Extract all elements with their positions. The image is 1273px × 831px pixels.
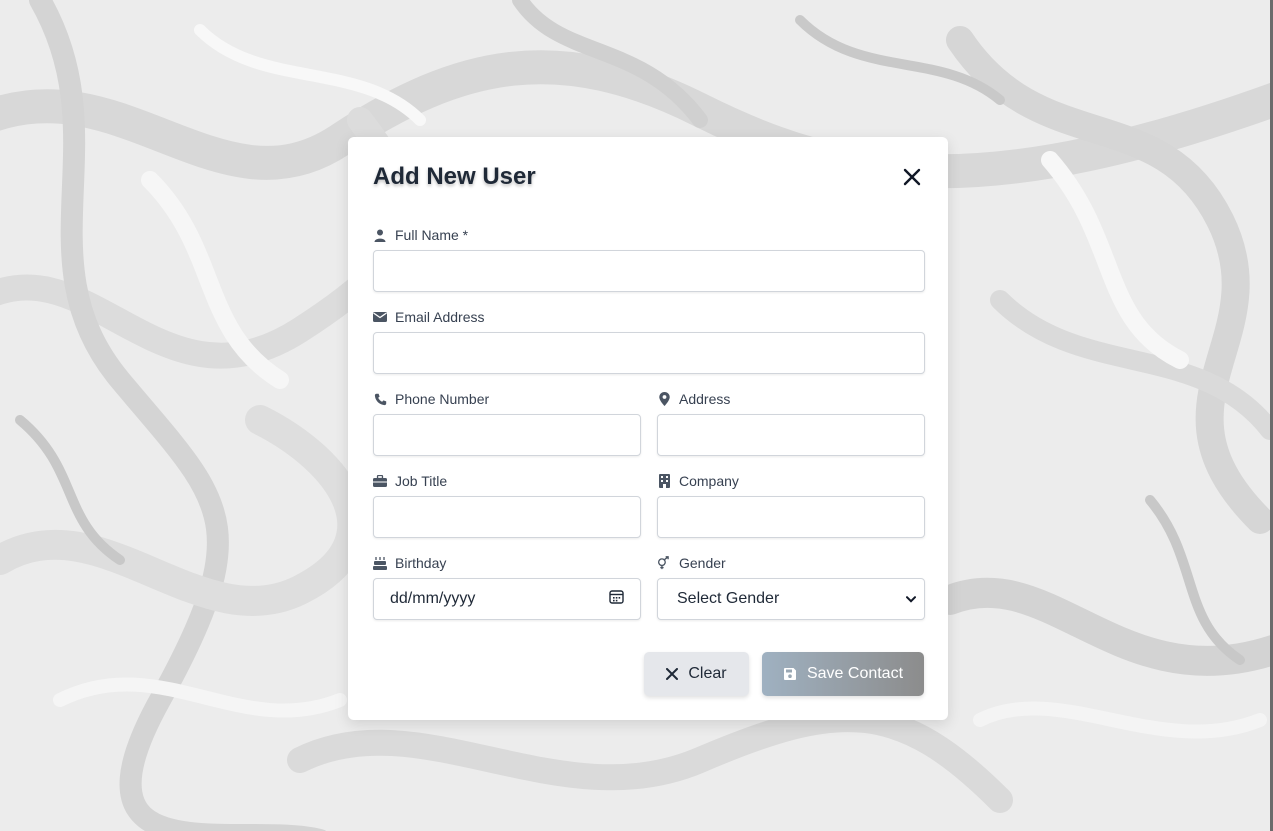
company-label: Company bbox=[679, 473, 739, 489]
birthday-field: Birthday dd/mm/yyyy bbox=[373, 554, 641, 620]
gender-label: Gender bbox=[679, 555, 726, 571]
birthday-input[interactable]: dd/mm/yyyy bbox=[373, 578, 641, 620]
modal-title: Add New User bbox=[373, 163, 536, 190]
address-label-row: Address bbox=[657, 390, 925, 408]
phone-input[interactable] bbox=[373, 414, 641, 456]
gender-field: Gender Select Gender bbox=[657, 554, 925, 620]
save-contact-button[interactable]: Save Contact bbox=[762, 652, 924, 696]
add-user-modal: Add New User Full Name * Email Address P… bbox=[348, 137, 948, 720]
company-input[interactable] bbox=[657, 496, 925, 538]
address-label: Address bbox=[679, 391, 731, 407]
close-icon bbox=[666, 668, 679, 680]
birthday-label: Birthday bbox=[395, 555, 447, 571]
job-title-field: Job Title bbox=[373, 472, 641, 538]
company-field: Company bbox=[657, 472, 925, 538]
envelope-icon bbox=[373, 310, 387, 324]
email-label: Email Address bbox=[395, 309, 485, 325]
job-title-input[interactable] bbox=[373, 496, 641, 538]
save-button-label: Save Contact bbox=[806, 665, 904, 682]
calendar-icon[interactable] bbox=[609, 589, 624, 609]
email-input[interactable] bbox=[373, 332, 925, 374]
chevron-down-icon bbox=[906, 590, 916, 608]
full-name-input[interactable] bbox=[373, 250, 925, 292]
user-icon bbox=[373, 228, 387, 242]
email-field: Email Address bbox=[373, 308, 925, 374]
close-button[interactable] bbox=[900, 165, 924, 189]
birthday-label-row: Birthday bbox=[373, 554, 641, 572]
gender-selected-value: Select Gender bbox=[677, 590, 780, 607]
briefcase-icon bbox=[373, 474, 387, 488]
form-actions: Clear Save Contact bbox=[644, 652, 924, 696]
job-title-label-row: Job Title bbox=[373, 472, 641, 490]
close-icon bbox=[903, 168, 921, 186]
cake-icon bbox=[373, 556, 387, 570]
address-field: Address bbox=[657, 390, 925, 456]
save-icon bbox=[783, 668, 796, 680]
building-icon bbox=[657, 474, 671, 488]
gender-select[interactable]: Select Gender bbox=[657, 578, 925, 620]
address-input[interactable] bbox=[657, 414, 925, 456]
full-name-field: Full Name * bbox=[373, 226, 925, 292]
full-name-label-row: Full Name * bbox=[373, 226, 925, 244]
gender-label-row: Gender bbox=[657, 554, 925, 572]
map-pin-icon bbox=[657, 392, 671, 406]
clear-button-label: Clear bbox=[688, 665, 727, 682]
email-label-row: Email Address bbox=[373, 308, 925, 326]
clear-button[interactable]: Clear bbox=[644, 652, 749, 696]
job-title-label: Job Title bbox=[395, 473, 448, 489]
phone-label: Phone Number bbox=[395, 391, 490, 407]
phone-field: Phone Number bbox=[373, 390, 641, 456]
company-label-row: Company bbox=[657, 472, 925, 490]
phone-label-row: Phone Number bbox=[373, 390, 641, 408]
gender-icon bbox=[657, 556, 671, 570]
phone-icon bbox=[373, 392, 387, 406]
full-name-label: Full Name * bbox=[395, 227, 469, 243]
birthday-placeholder: dd/mm/yyyy bbox=[390, 590, 476, 607]
